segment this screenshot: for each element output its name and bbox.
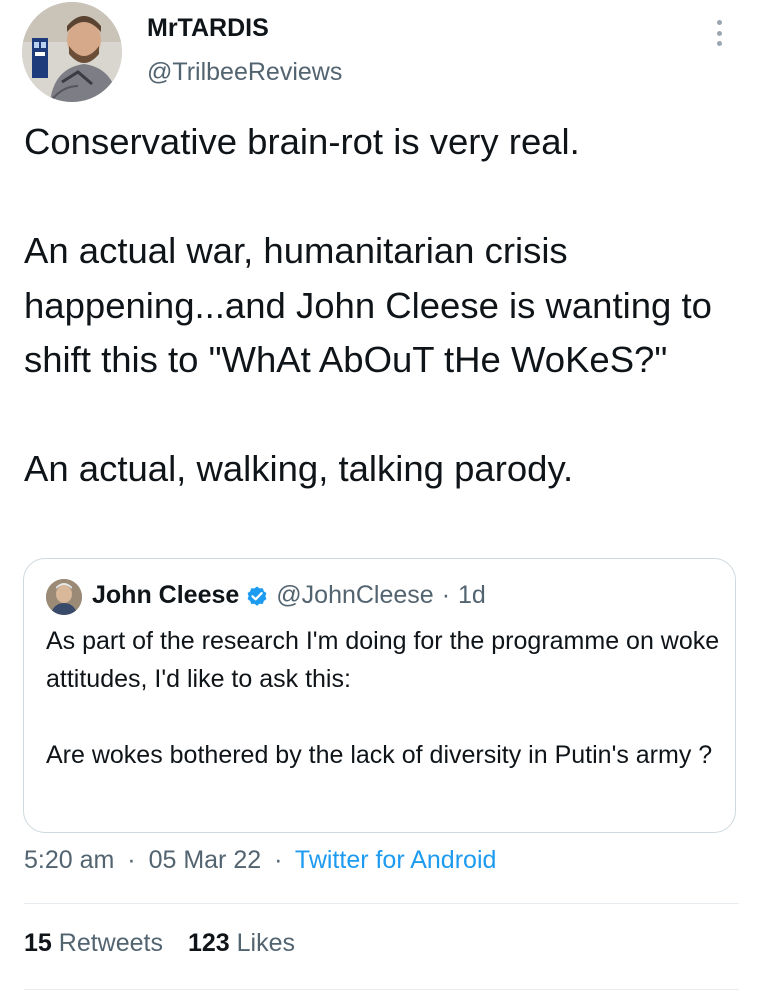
divider xyxy=(24,989,739,990)
profile-photo-avatar xyxy=(22,2,122,102)
separator-dot: · xyxy=(127,846,136,874)
author-handle[interactable]: @TrilbeeReviews xyxy=(147,58,342,87)
likes-stat[interactable]: 123 Likes xyxy=(188,929,295,957)
quoted-author-handle[interactable]: @JohnCleese xyxy=(276,581,433,610)
tweet-date[interactable]: 05 Mar 22 xyxy=(149,846,262,874)
retweets-label: Retweets xyxy=(58,929,163,957)
quoted-author-name[interactable]: John Cleese xyxy=(92,581,239,610)
retweets-stat[interactable]: 15 Retweets xyxy=(24,929,170,957)
quoted-tweet-age[interactable]: 1d xyxy=(458,581,486,610)
divider xyxy=(24,903,739,904)
profile-photo-avatar xyxy=(46,579,82,615)
tweet-text: Conservative brain-rot is very real. An … xyxy=(24,121,712,489)
dot xyxy=(716,41,722,46)
tweet-source-link[interactable]: Twitter for Android xyxy=(295,846,496,874)
quoted-tweet-text: As part of the research I'm doing for th… xyxy=(46,627,720,769)
likes-count: 123 xyxy=(187,929,230,957)
engagement-stats: 15 Retweets 123 Likes xyxy=(24,929,295,958)
retweets-count: 15 xyxy=(24,929,52,957)
author-avatar[interactable] xyxy=(22,2,122,102)
tweet-meta: 5:20 am · 05 Mar 22 · Twitter for Androi… xyxy=(24,846,496,875)
dot xyxy=(716,30,722,36)
dot xyxy=(716,20,722,25)
separator-dot: · xyxy=(274,846,283,874)
tweet-time[interactable]: 5:20 am xyxy=(24,846,114,874)
quoted-author-avatar[interactable] xyxy=(46,579,82,615)
author-name[interactable]: MrTARDIS xyxy=(147,14,269,43)
separator-dot: · xyxy=(441,581,451,609)
verified-badge-icon xyxy=(247,586,267,606)
likes-label: Likes xyxy=(236,929,295,957)
quoted-tweet-header: John Cleese @JohnCleese · 1d xyxy=(92,581,486,610)
quoted-tweet-card[interactable]: John Cleese @JohnCleese · 1d As part of … xyxy=(23,558,736,833)
vertical-ellipsis-icon[interactable] xyxy=(712,20,726,46)
